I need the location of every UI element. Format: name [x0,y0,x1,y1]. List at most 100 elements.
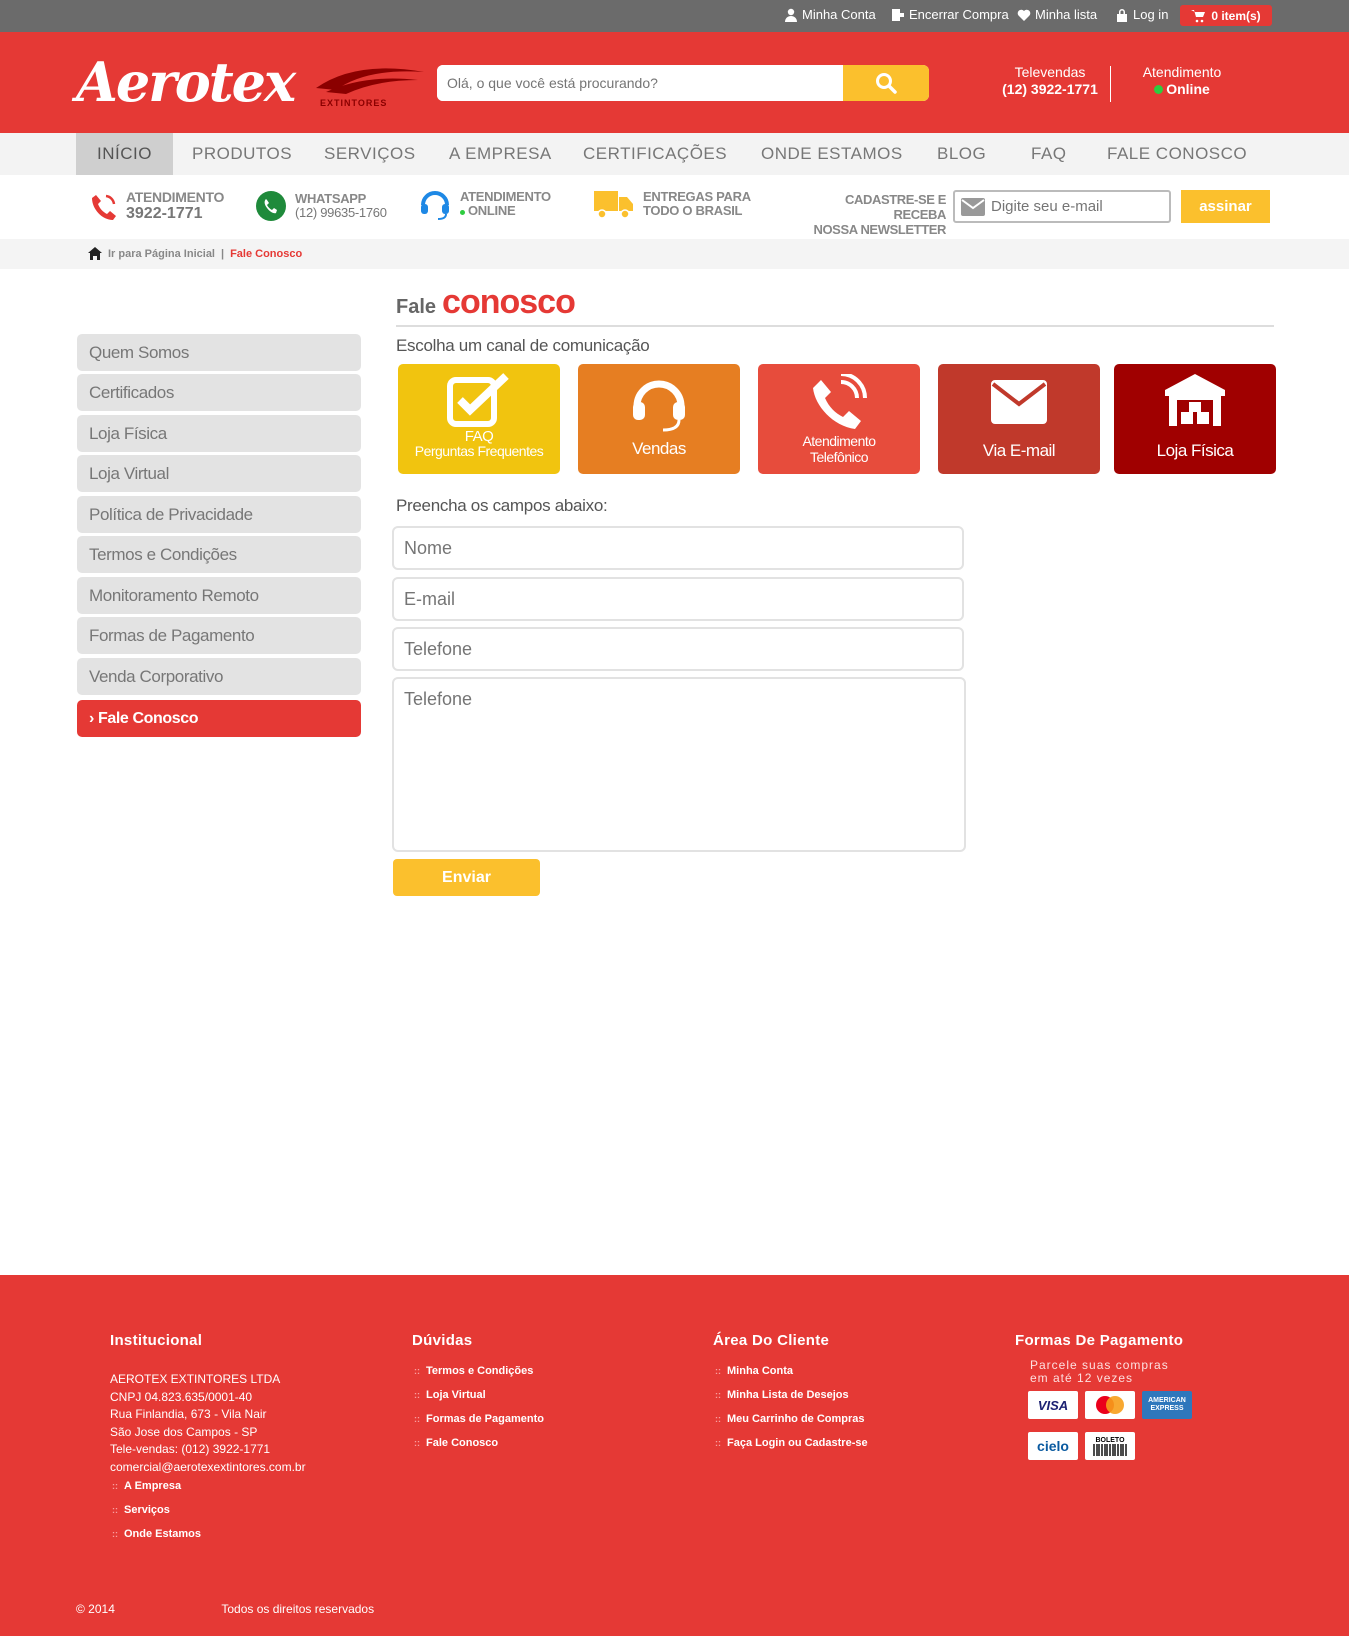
truck-icon [594,191,633,219]
breadcrumb-home-link[interactable]: Ir para Página Inicial [108,248,215,260]
sidebar-item-privacidade[interactable]: Política de Privacidade [77,496,361,533]
whatsapp-icon [256,191,286,221]
assinar-button[interactable]: assinar [1181,190,1270,223]
atendimento-label: Atendimento [1142,64,1222,80]
nav-fale-conosco[interactable]: FALE CONOSCO [1107,133,1247,175]
televendas-info: Televendas (12) 3922-1771 [995,64,1105,98]
channel-loja-fisica[interactable]: Loja Física [1114,364,1276,474]
nav-faq[interactable]: FAQ [1031,133,1067,175]
breadcrumb: Ir para Página Inicial | Fale Conosco [0,239,1349,269]
footer-link-fale-conosco[interactable]: :: Fale Conosco [414,1437,498,1449]
sidebar-item-termos[interactable]: Termos e Condições [77,536,361,573]
form-heading: Preencha os campos abaixo: [396,496,608,515]
atendimento-status: Online [1166,81,1210,97]
telefone-field [392,627,964,671]
boleto-label: BOLETO [1095,1436,1125,1444]
nav-certificacoes[interactable]: CERTIFICAÇÕES [583,133,727,175]
lock-icon [1117,8,1127,22]
footer-link-formas-pagamento[interactable]: :: Formas de Pagamento [414,1413,544,1425]
footer-link-carrinho[interactable]: :: Meu Carrinho de Compras [715,1413,865,1425]
channel-vendas[interactable]: Vendas [578,364,740,474]
footer-link-label: Minha Conta [727,1365,793,1377]
parcele-line-2: em até 12 vezes [1030,1371,1134,1385]
footer-institucional-title: Institucional [110,1332,203,1349]
nav-blog[interactable]: BLOG [937,133,986,175]
sidebar-item-quem-somos[interactable]: Quem Somos [77,334,361,371]
nav-a-empresa[interactable]: A EMPRESA [449,133,552,175]
cart-button[interactable]: 0 item(s) [1180,5,1272,26]
minha-lista-link[interactable]: Minha lista [1017,7,1097,22]
address-line: AEROTEX EXTINTORES LTDA [110,1372,281,1386]
whatsapp-phone: (12) 99635-1760 [295,205,387,220]
footer-formas-title: Formas De Pagamento [1015,1332,1184,1349]
footer-link-a-empresa[interactable]: :: A Empresa [112,1480,181,1492]
encerrar-compra-link[interactable]: Encerrar Compra [891,7,1009,22]
site-footer: Institucional Dúvidas Área Do Cliente Fo… [0,1275,1349,1636]
channel-via-email[interactable]: Via E-mail [938,364,1100,474]
channel-loja-label: Loja Física [1156,441,1234,460]
footer-link-loja-virtual[interactable]: :: Loja Virtual [414,1389,486,1401]
footer-link-minha-conta[interactable]: :: Minha Conta [715,1365,793,1377]
parcele-text: Parcele suas compras em até 12 vezes [1030,1359,1169,1385]
atendimento-online-block[interactable]: ATENDIMENTO ONLINE [418,187,551,221]
headset-icon [633,380,685,432]
online-dot-icon [1154,85,1164,94]
footer-link-onde-estamos[interactable]: :: Onde Estamos [112,1528,201,1540]
encerrar-compra-label: Encerrar Compra [909,7,1009,22]
whatsapp-block[interactable]: WHATSAPP (12) 99635-1760 [255,190,387,222]
heart-icon [1017,9,1031,21]
choose-channel-heading: Escolha um canal de comunicação [396,336,650,355]
minha-conta-link[interactable]: Minha Conta [784,7,876,22]
visa-logo: VISA [1028,1391,1078,1419]
sidebar-item-loja-fisica[interactable]: Loja Física [77,415,361,452]
logo[interactable]: Aerotex EXTINTORES [76,54,424,110]
search-input[interactable] [437,65,845,101]
sidebar-item-monitoramento[interactable]: Monitoramento Remoto [77,577,361,614]
email-field [392,577,964,621]
footer-area-title: Área Do Cliente [713,1332,830,1349]
nav-inicio[interactable]: INÍCIO [76,133,173,175]
atendimento-phone-block: ATENDIMENTO 3922-1771 [90,190,224,223]
home-icon [88,247,102,260]
enviar-button[interactable]: Enviar [393,859,540,896]
barcode-icon [1093,1443,1127,1456]
channel-faq[interactable]: FAQ Perguntas Frequentes [398,364,560,474]
header-divider [1110,66,1111,102]
message-field [392,677,966,852]
newsletter-email-input[interactable] [991,192,1161,221]
cart-count: 0 item(s) [1211,8,1261,23]
channel-atendimento-telefonico[interactable]: Atendimento Telefônico [758,364,920,474]
search-button[interactable] [843,65,929,101]
nav-onde-estamos[interactable]: ONDE ESTAMOS [761,133,903,175]
footer-link-lista-desejos[interactable]: :: Minha Lista de Desejos [715,1389,849,1401]
channel-tel-label-1: Atendimento [802,433,876,449]
footer-link-label: Serviços [124,1504,170,1516]
newsletter-label: CADASTRE-SE E RECEBA NOSSA NEWSLETTER [790,192,946,237]
footer-link-servicos[interactable]: :: Serviços [112,1504,170,1516]
address-line: CNPJ 04.823.635/0001-40 [110,1389,253,1404]
visa-label: VISA [1037,1397,1069,1413]
mastercard-icon [1096,1396,1124,1414]
sidebar-item-loja-virtual[interactable]: Loja Virtual [77,455,361,492]
atendimento-online-info[interactable]: Atendimento Online [1122,64,1242,98]
mastercard-logo [1085,1391,1135,1419]
login-link[interactable]: Log in [1115,7,1168,22]
nav-servicos[interactable]: SERVIÇOS [324,133,416,175]
sidebar-item-venda-corporativo[interactable]: Venda Corporativo [77,658,361,695]
newsletter-label-1: CADASTRE-SE E RECEBA [845,192,946,222]
footer-link-login[interactable]: :: Faça Login ou Cadastre-se [715,1437,868,1449]
sidebar-item-certificados[interactable]: Certificados [77,374,361,411]
nome-input[interactable] [394,528,962,568]
footer-link-label: Loja Virtual [426,1389,486,1401]
message-textarea[interactable] [394,679,964,850]
sidebar-item-fale-conosco-label: Fale Conosco [97,710,199,727]
nome-field [392,526,964,570]
email-input[interactable] [394,579,962,619]
telefone-input[interactable] [394,629,962,669]
footer-link-termos[interactable]: :: Termos e Condições [414,1365,533,1377]
nav-produtos[interactable]: PRODUTOS [192,133,292,175]
sidebar-item-formas-pagamento[interactable]: Formas de Pagamento [77,617,361,654]
login-label: Log in [1133,7,1169,22]
sidebar-item-fale-conosco[interactable]: › Fale Conosco [77,700,361,737]
info-bar: ATENDIMENTO 3922-1771 WHATSAPP (12) 9963… [0,175,1349,239]
